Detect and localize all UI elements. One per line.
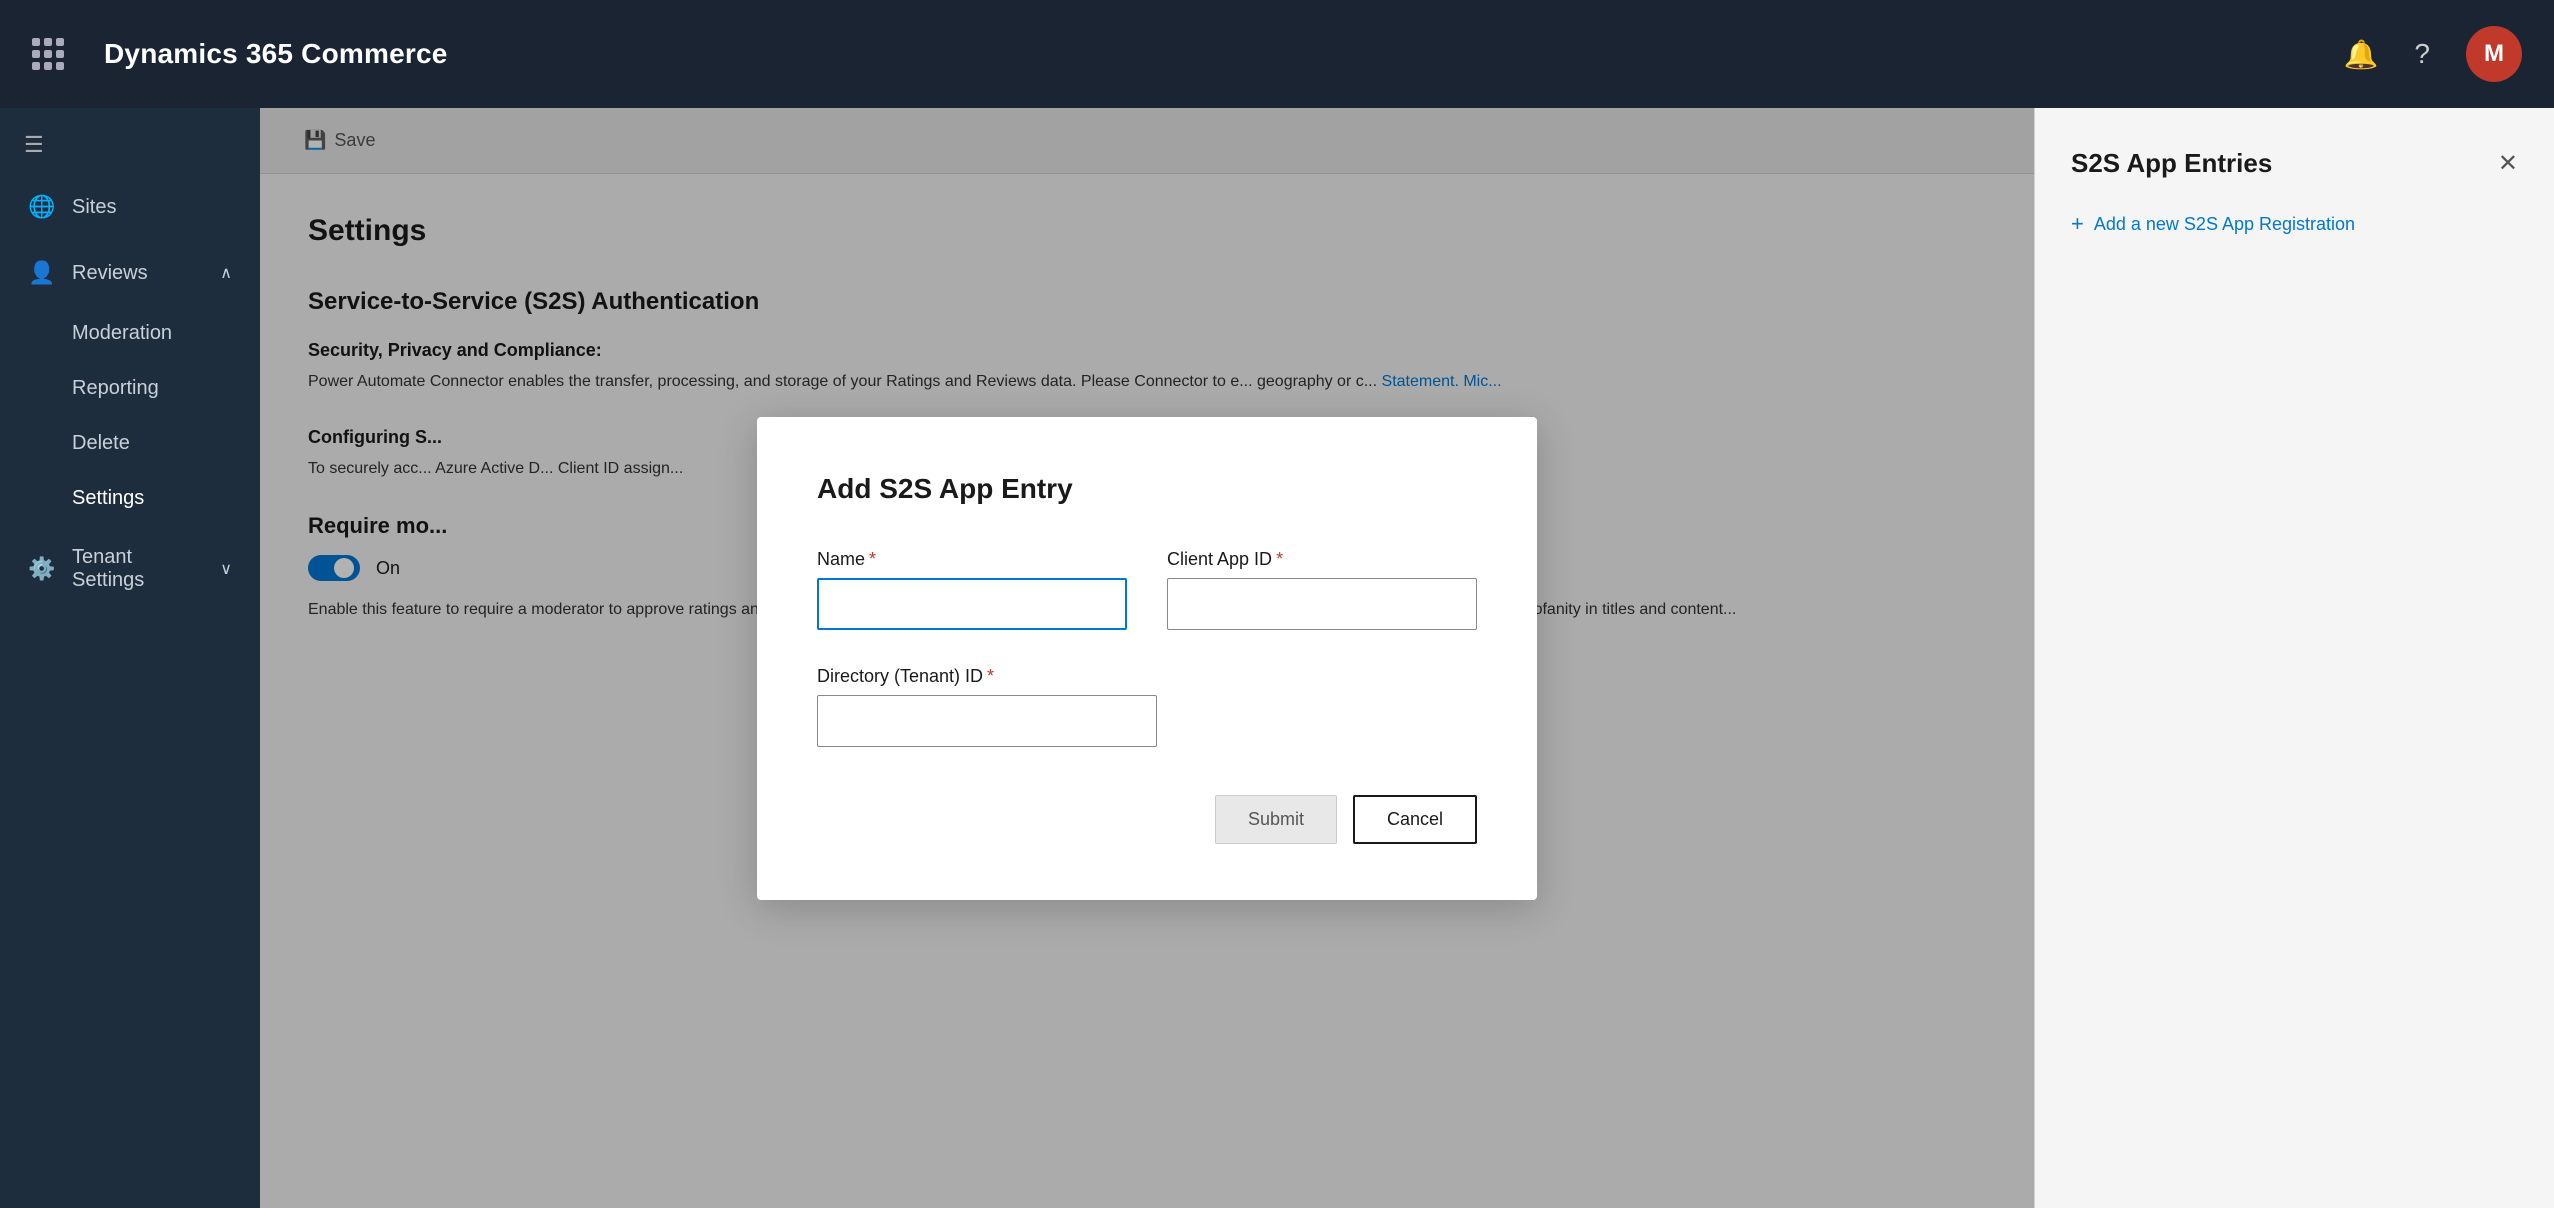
directory-tenant-id-label: Directory (Tenant) ID * (817, 666, 1157, 687)
sidebar-label-reviews: Reviews (72, 262, 148, 285)
client-app-id-required: * (1276, 549, 1283, 570)
name-input[interactable] (817, 578, 1127, 630)
add-s2s-dialog: Add S2S App Entry Name * Client App ID (757, 417, 1537, 900)
app-launcher[interactable] (32, 38, 64, 70)
modal-overlay: Add S2S App Entry Name * Client App ID (260, 108, 2034, 1208)
name-required: * (869, 549, 876, 570)
sidebar-label-sites: Sites (72, 196, 116, 219)
reviews-icon: 👤 (28, 260, 56, 286)
right-panel-header: S2S App Entries ✕ (2071, 148, 2518, 179)
client-app-id-label: Client App ID * (1167, 549, 1477, 570)
sidebar-hamburger[interactable]: ☰ (0, 116, 260, 174)
main-layout: ☰ 🌐 Sites 👤 Reviews ∧ Moderation Reporti… (0, 108, 2554, 1208)
sites-icon: 🌐 (28, 194, 56, 220)
sidebar-label-reporting: Reporting (72, 377, 159, 399)
sidebar-item-reviews[interactable]: 👤 Reviews ∧ (0, 240, 260, 306)
add-icon: + (2071, 211, 2084, 237)
add-registration-label: Add a new S2S App Registration (2094, 214, 2355, 235)
cancel-button[interactable]: Cancel (1353, 795, 1477, 844)
top-nav-actions: 🔔 ? M (2344, 26, 2522, 82)
sidebar: ☰ 🌐 Sites 👤 Reviews ∧ Moderation Reporti… (0, 108, 260, 1208)
sidebar-item-delete[interactable]: Delete (0, 416, 260, 471)
help-icon[interactable]: ? (2414, 38, 2430, 70)
tenant-settings-expand-icon: ∨ (220, 559, 232, 579)
app-title: Dynamics 365 Commerce (104, 38, 2344, 70)
add-s2s-registration-button[interactable]: + Add a new S2S App Registration (2071, 211, 2518, 237)
reviews-expand-icon: ∧ (220, 263, 232, 283)
top-nav: Dynamics 365 Commerce 🔔 ? M (0, 0, 2554, 108)
dialog-fields-row2: Directory (Tenant) ID * (817, 666, 1477, 747)
right-panel: S2S App Entries ✕ + Add a new S2S App Re… (2034, 108, 2554, 1208)
client-app-id-input[interactable] (1167, 578, 1477, 630)
name-label: Name * (817, 549, 1127, 570)
directory-tenant-id-required: * (987, 666, 994, 687)
notification-icon[interactable]: 🔔 (2344, 38, 2379, 71)
client-app-id-field-container: Client App ID * (1167, 549, 1477, 630)
sidebar-label-delete: Delete (72, 432, 130, 454)
sidebar-item-tenant-settings[interactable]: ⚙️ Tenant Settings ∨ (0, 526, 260, 612)
content-area: 💾 Save Settings Service-to-Service (S2S)… (260, 108, 2034, 1208)
sidebar-label-moderation: Moderation (72, 322, 172, 344)
sidebar-item-sites[interactable]: 🌐 Sites (0, 174, 260, 240)
right-panel-close-button[interactable]: ✕ (2498, 149, 2518, 178)
sidebar-item-settings[interactable]: Settings (0, 471, 260, 526)
dialog-title: Add S2S App Entry (817, 473, 1477, 505)
dialog-fields-row1: Name * Client App ID * (817, 549, 1477, 630)
sidebar-label-settings: Settings (72, 487, 144, 509)
right-panel-title: S2S App Entries (2071, 148, 2272, 179)
sidebar-label-tenant-settings: Tenant Settings (72, 546, 204, 592)
sidebar-item-moderation[interactable]: Moderation (0, 306, 260, 361)
tenant-settings-icon: ⚙️ (28, 556, 56, 582)
directory-tenant-id-field-container: Directory (Tenant) ID * (817, 666, 1157, 747)
dialog-actions: Submit Cancel (817, 795, 1477, 844)
sidebar-item-reporting[interactable]: Reporting (0, 361, 260, 416)
submit-button[interactable]: Submit (1215, 795, 1337, 844)
name-field-container: Name * (817, 549, 1127, 630)
avatar[interactable]: M (2466, 26, 2522, 82)
directory-tenant-id-input[interactable] (817, 695, 1157, 747)
